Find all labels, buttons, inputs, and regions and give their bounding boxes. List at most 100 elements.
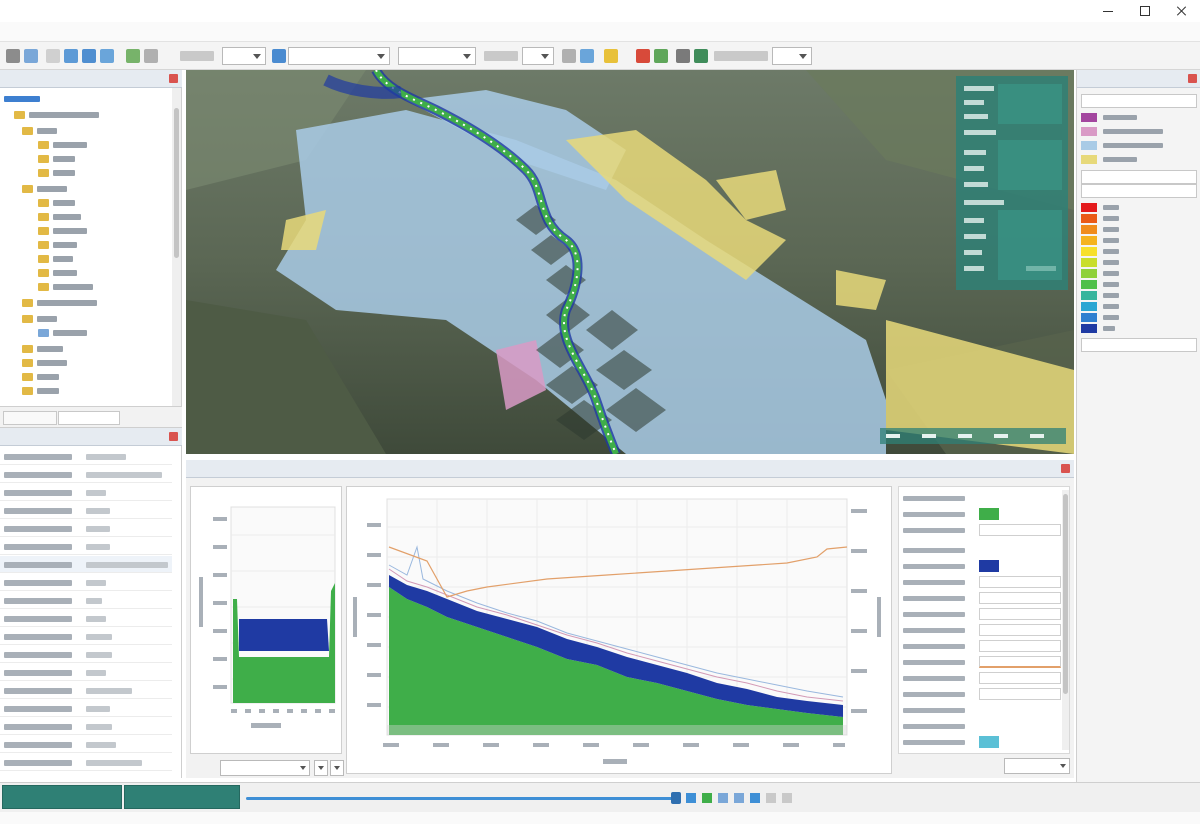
tree-item[interactable] bbox=[38, 140, 87, 150]
print-icon[interactable] bbox=[676, 49, 690, 63]
property-row[interactable] bbox=[0, 592, 172, 609]
toolbar-date-input[interactable] bbox=[288, 47, 390, 65]
property-row[interactable] bbox=[0, 538, 172, 555]
toolbar-combo-4[interactable] bbox=[772, 47, 812, 65]
minimize-button[interactable] bbox=[1101, 6, 1115, 16]
menu-item-file[interactable] bbox=[6, 26, 46, 38]
tree-item[interactable] bbox=[38, 254, 73, 264]
tree-item[interactable] bbox=[22, 386, 59, 396]
profile-panel-close-icon[interactable] bbox=[1061, 464, 1070, 473]
legend-category-dropdown[interactable] bbox=[1081, 94, 1197, 108]
tree-item[interactable] bbox=[38, 240, 77, 250]
tree-item[interactable] bbox=[38, 226, 87, 236]
property-row[interactable] bbox=[0, 556, 172, 573]
tree-item[interactable] bbox=[22, 358, 67, 368]
property-row[interactable] bbox=[0, 466, 172, 483]
cross-section-selector[interactable] bbox=[220, 760, 310, 776]
tab-layers[interactable] bbox=[3, 411, 57, 425]
timeline-slider-track[interactable] bbox=[246, 797, 676, 800]
attribute-row[interactable] bbox=[903, 507, 1063, 522]
property-row[interactable] bbox=[0, 502, 172, 519]
attribute-row[interactable] bbox=[903, 523, 1063, 538]
warning-icon[interactable] bbox=[636, 49, 650, 63]
close-button[interactable] bbox=[1175, 6, 1189, 16]
property-row[interactable] bbox=[0, 736, 172, 753]
attribute-row[interactable] bbox=[903, 703, 1063, 718]
pause-icon[interactable] bbox=[718, 793, 728, 803]
light-icon[interactable] bbox=[604, 49, 618, 63]
legend-settings-dropdown[interactable] bbox=[1081, 170, 1197, 184]
menu-item-tools[interactable] bbox=[256, 26, 296, 38]
tree-item[interactable] bbox=[22, 126, 57, 136]
menu-item-simulation[interactable] bbox=[160, 26, 250, 38]
attribute-row[interactable] bbox=[903, 543, 1063, 558]
attribute-row[interactable] bbox=[903, 491, 1063, 506]
export-icon[interactable] bbox=[580, 49, 594, 63]
legend-panel-close-icon[interactable] bbox=[1188, 74, 1197, 83]
profile-options-dropdown[interactable] bbox=[1004, 758, 1070, 774]
property-row[interactable] bbox=[0, 718, 172, 735]
attribute-row[interactable] bbox=[903, 559, 1063, 574]
tree-item[interactable] bbox=[22, 314, 57, 324]
play-icon[interactable] bbox=[702, 793, 712, 803]
map-3d-view[interactable] bbox=[186, 70, 1074, 454]
pin-icon[interactable] bbox=[654, 49, 668, 63]
properties-panel-close-icon[interactable] bbox=[169, 432, 178, 441]
property-row[interactable] bbox=[0, 628, 172, 645]
pan-icon[interactable] bbox=[64, 49, 78, 63]
tree-item[interactable] bbox=[38, 168, 75, 178]
loop-icon[interactable] bbox=[766, 793, 776, 803]
tree-item[interactable] bbox=[22, 298, 97, 308]
tree-root[interactable] bbox=[4, 94, 40, 104]
tree-item[interactable] bbox=[14, 110, 99, 120]
plus-icon[interactable] bbox=[562, 49, 576, 63]
toolbar-combo-3[interactable] bbox=[522, 47, 554, 65]
tree-item[interactable] bbox=[38, 198, 75, 208]
stop-icon[interactable] bbox=[734, 793, 744, 803]
toolbar-combo-2[interactable] bbox=[398, 47, 476, 65]
tree-panel-close-icon[interactable] bbox=[169, 74, 178, 83]
cross-section-prev-button[interactable] bbox=[314, 760, 328, 776]
step-forward-icon[interactable] bbox=[750, 793, 760, 803]
property-row[interactable] bbox=[0, 754, 172, 771]
tree-item[interactable] bbox=[38, 212, 81, 222]
zoom-icon[interactable] bbox=[82, 49, 96, 63]
attribute-row[interactable] bbox=[903, 687, 1063, 702]
tree-item[interactable] bbox=[38, 268, 77, 278]
property-row[interactable] bbox=[0, 610, 172, 627]
bookmark-icon[interactable] bbox=[144, 49, 158, 63]
select-icon[interactable] bbox=[46, 49, 60, 63]
property-row[interactable] bbox=[0, 574, 172, 591]
menu-item-help[interactable] bbox=[414, 26, 454, 38]
tree-item[interactable] bbox=[38, 282, 93, 292]
property-row[interactable] bbox=[0, 520, 172, 537]
attribute-row[interactable] bbox=[903, 671, 1063, 686]
property-row[interactable] bbox=[0, 484, 172, 501]
property-row[interactable] bbox=[0, 448, 172, 465]
property-row[interactable] bbox=[0, 664, 172, 681]
time-icon[interactable] bbox=[272, 49, 286, 63]
tab-second[interactable] bbox=[58, 411, 120, 425]
report-icon[interactable] bbox=[694, 49, 708, 63]
cross-section-next-button[interactable] bbox=[330, 760, 344, 776]
tree-item[interactable] bbox=[38, 328, 87, 338]
attribute-row[interactable] bbox=[903, 735, 1063, 750]
save-icon[interactable] bbox=[24, 49, 38, 63]
tree-item[interactable] bbox=[22, 184, 67, 194]
step-back-icon[interactable] bbox=[686, 793, 696, 803]
ruler-icon[interactable] bbox=[126, 49, 140, 63]
attribute-row[interactable] bbox=[903, 607, 1063, 622]
speed-icon[interactable] bbox=[782, 793, 792, 803]
timeline-slider-handle[interactable] bbox=[671, 792, 681, 804]
attribute-row[interactable] bbox=[903, 575, 1063, 590]
attribute-row[interactable] bbox=[903, 719, 1063, 734]
layer-icon[interactable] bbox=[100, 49, 114, 63]
menu-item-view[interactable] bbox=[88, 26, 120, 38]
attribute-row[interactable] bbox=[903, 655, 1063, 670]
attributes-scrollbar[interactable] bbox=[1062, 490, 1069, 750]
tree-item[interactable] bbox=[22, 344, 63, 354]
attribute-row[interactable] bbox=[903, 591, 1063, 606]
menu-item-3[interactable] bbox=[126, 26, 154, 38]
maximize-button[interactable] bbox=[1138, 6, 1152, 16]
property-row[interactable] bbox=[0, 700, 172, 717]
